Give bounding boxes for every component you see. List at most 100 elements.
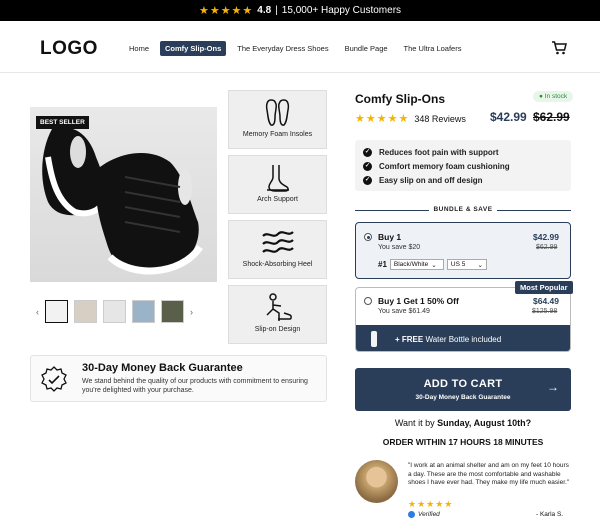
option-title: Buy 1 Get 1 50% Off bbox=[378, 296, 459, 306]
review-count: 348 Reviews bbox=[414, 113, 466, 124]
review-author: - Karla S. bbox=[536, 511, 564, 518]
option-old-price: $62.99 bbox=[536, 244, 558, 251]
nav-everyday-dress-shoes[interactable]: The Everyday Dress Shoes bbox=[232, 41, 333, 56]
nav-home[interactable]: Home bbox=[124, 41, 154, 56]
variant-index: #1 bbox=[378, 260, 387, 269]
option-price: $42.99 bbox=[533, 232, 559, 242]
verified-check-icon bbox=[408, 511, 415, 518]
bundle-option-buy-1[interactable]: Buy 1 You save $20 $42.99 $62.99 #1 Blac… bbox=[355, 222, 571, 279]
benefit-item: ✓ Comfort memory foam cushioning bbox=[363, 159, 563, 173]
delivery-date: Sunday, August 10th? bbox=[437, 418, 532, 428]
review-stars: ★★★★★ bbox=[355, 113, 410, 125]
add-to-cart-sub: 30-Day Money Back Guarantee bbox=[415, 394, 511, 401]
feature-slip-on: Slip-on Design bbox=[228, 285, 327, 344]
color-select[interactable]: Black/White ⌄ bbox=[389, 259, 444, 270]
review-stars: ★★★★★ bbox=[408, 499, 454, 509]
reviewer-avatar bbox=[355, 460, 398, 503]
thumbnail-strip: ‹ › bbox=[36, 300, 193, 323]
product-rating[interactable]: ★★★★★ 348 Reviews bbox=[355, 112, 466, 125]
thumbnail-5[interactable] bbox=[161, 300, 184, 323]
chevron-down-icon: ⌄ bbox=[431, 261, 437, 269]
thumbnail-1[interactable] bbox=[45, 300, 68, 323]
free-label: + FREE bbox=[395, 334, 424, 344]
option-old-price: $125.98 bbox=[532, 308, 558, 315]
benefit-text: Comfort memory foam cushioning bbox=[379, 161, 510, 171]
chevron-down-icon: ⌄ bbox=[477, 261, 483, 269]
check-icon: ✓ bbox=[363, 161, 372, 171]
main-nav: Home Comfy Slip-Ons The Everyday Dress S… bbox=[124, 41, 466, 56]
thumb-next-arrow[interactable]: › bbox=[190, 307, 193, 317]
benefit-item: ✓ Easy slip on and off design bbox=[363, 173, 563, 187]
free-text: Water Bottle included bbox=[423, 334, 502, 344]
benefit-item: ✓ Reduces foot pain with support bbox=[363, 145, 563, 159]
rating-value: 4.8 bbox=[257, 5, 272, 16]
waves-icon bbox=[261, 231, 294, 253]
insoles-icon bbox=[265, 99, 289, 126]
arrow-right-icon: → bbox=[547, 380, 559, 394]
thumbnail-4[interactable] bbox=[132, 300, 155, 323]
bundle-option-bogo[interactable]: Buy 1 Get 1 50% Off You save $61.49 $64.… bbox=[355, 287, 571, 352]
thumb-prev-arrow[interactable]: ‹ bbox=[36, 307, 39, 317]
best-seller-badge: BEST SELLER bbox=[36, 116, 89, 129]
feature-label: Arch Support bbox=[257, 196, 298, 203]
feature-shock-heel: Shock-Absorbing Heel bbox=[228, 220, 327, 279]
feature-label: Shock-Absorbing Heel bbox=[242, 261, 313, 268]
thumbnail-3[interactable] bbox=[103, 300, 126, 323]
rating-stars: ★★★★★ bbox=[198, 5, 254, 17]
product-price: $42.99 bbox=[490, 110, 527, 124]
color-value: Black/White bbox=[393, 261, 429, 268]
option-savings: You save $20 bbox=[378, 244, 421, 251]
nav-ultra-loafers[interactable]: The Ultra Loafers bbox=[399, 41, 467, 56]
benefit-text: Reduces foot pain with support bbox=[379, 147, 499, 157]
announcement-bar: ★★★★★ 4.8 | 15,000+ Happy Customers bbox=[0, 0, 600, 21]
guarantee-text: We stand behind the quality of our produ… bbox=[82, 378, 308, 394]
benefit-text: Easy slip on and off design bbox=[379, 175, 483, 185]
nav-comfy-slip-ons[interactable]: Comfy Slip-Ons bbox=[160, 41, 227, 56]
product-title: Comfy Slip-Ons bbox=[355, 92, 446, 106]
delivery-estimate: Want it by Sunday, August 10th? bbox=[355, 418, 571, 428]
option-title: Buy 1 bbox=[378, 232, 402, 242]
shield-check-icon bbox=[41, 366, 67, 392]
order-countdown: ORDER WITHIN 17 HOURS 18 MINUTES bbox=[382, 437, 544, 447]
feature-label: Memory Foam Insoles bbox=[242, 131, 313, 138]
option-price: $64.49 bbox=[533, 296, 559, 306]
delivery-prefix: Want it by bbox=[394, 418, 438, 428]
feature-memory-foam: Memory Foam Insoles bbox=[228, 90, 327, 149]
radio-selected[interactable] bbox=[364, 233, 372, 241]
add-to-cart-button[interactable]: ADD TO CART 30-Day Money Back Guarantee … bbox=[355, 368, 571, 411]
free-gift-bar: + FREE Water Bottle included bbox=[356, 325, 570, 351]
most-popular-badge: Most Popular bbox=[515, 281, 573, 294]
add-to-cart-label: ADD TO CART bbox=[423, 378, 503, 390]
review-text: "I work at an animal shelter and am on m… bbox=[408, 462, 570, 486]
guarantee-box: 30-Day Money Back Guarantee We stand beh… bbox=[30, 355, 327, 402]
benefits-list: ✓ Reduces foot pain with support ✓ Comfort… bbox=[355, 140, 571, 191]
variant-row: #1 Black/White ⌄ US 5 ⌄ bbox=[378, 259, 487, 270]
option-savings: You save $61.49 bbox=[378, 308, 430, 315]
size-select[interactable]: US 5 ⌄ bbox=[446, 259, 487, 270]
person-shoe-icon bbox=[265, 293, 292, 321]
feature-label: Slip-on Design bbox=[254, 326, 301, 333]
customers-count: 15,000+ Happy Customers bbox=[281, 5, 402, 16]
foot-arch-icon bbox=[266, 165, 289, 192]
site-header: LOGO Home Comfy Slip-Ons The Everyday Dr… bbox=[0, 21, 600, 73]
verified-label: Verified bbox=[418, 511, 440, 518]
bundle-heading: BUNDLE & SAVE bbox=[355, 206, 571, 213]
logo[interactable]: LOGO bbox=[40, 38, 98, 60]
guarantee-title: 30-Day Money Back Guarantee bbox=[82, 362, 243, 374]
separator: | bbox=[275, 5, 278, 16]
thumbnail-2[interactable] bbox=[74, 300, 97, 323]
main-product-image[interactable] bbox=[30, 107, 217, 282]
stock-badge: ● In stock bbox=[533, 91, 574, 102]
shoe-image bbox=[42, 127, 203, 275]
nav-bundle-page[interactable]: Bundle Page bbox=[340, 41, 393, 56]
water-bottle-icon bbox=[371, 331, 377, 347]
radio-unselected[interactable] bbox=[364, 297, 372, 305]
check-icon: ✓ bbox=[363, 147, 372, 157]
cart-icon[interactable] bbox=[551, 40, 567, 56]
product-old-price: $62.99 bbox=[533, 110, 570, 124]
stock-text: In stock bbox=[544, 93, 568, 100]
verified-badge: Verified bbox=[408, 511, 440, 518]
customer-review: "I work at an animal shelter and am on m… bbox=[355, 458, 571, 520]
size-value: US 5 bbox=[450, 261, 466, 268]
feature-arch-support: Arch Support bbox=[228, 155, 327, 214]
